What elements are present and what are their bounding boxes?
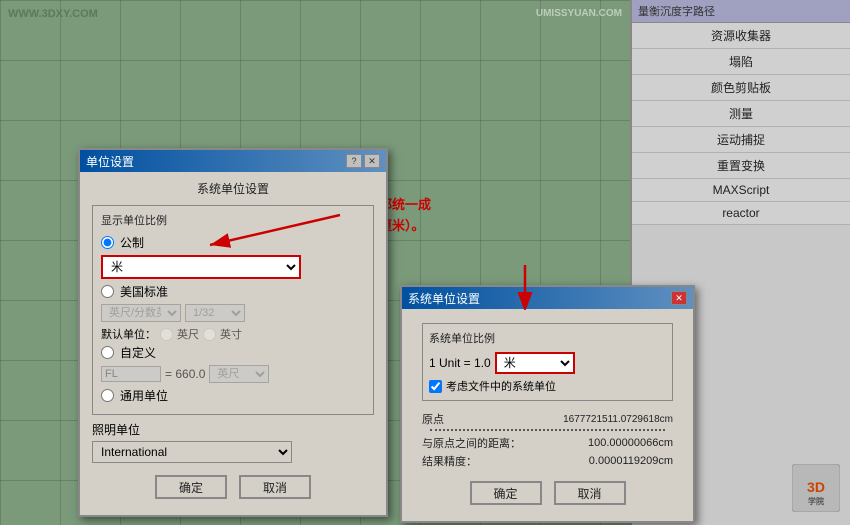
unit-ok-button[interactable]: 确定 (155, 475, 227, 499)
custom-radio[interactable] (101, 346, 114, 359)
close-button[interactable]: ✕ (364, 154, 380, 168)
system-titlebar-buttons: ✕ (671, 291, 687, 305)
lighting-section: 照明单位 International (92, 421, 374, 463)
right-panel-title: 量衡沉度字路径 (638, 3, 715, 19)
custom-label: 自定义 (120, 344, 156, 361)
generic-radio[interactable] (101, 389, 114, 402)
system-dialog-title: 系统单位设置 (408, 290, 480, 307)
panel-item-reset[interactable]: 重置变换 (632, 153, 850, 179)
system-unit-group: 系统单位比例 1 Unit = 1.0 米 考虑文件中的系统单位 (422, 323, 673, 401)
metric-select[interactable]: 米 (101, 255, 301, 279)
system-close-button[interactable]: ✕ (671, 291, 687, 305)
inch-radio[interactable] (203, 328, 216, 341)
precision-row: 结果精度： 0.0000119209cm (422, 453, 673, 469)
system-unit-dialog: 系统单位设置 ✕ 系统单位比例 1 Unit = 1.0 米 考虑文件中的系统单… (400, 285, 695, 523)
us-label: 美国标准 (120, 283, 168, 300)
system-ok-button[interactable]: 确定 (470, 481, 542, 505)
custom-unit-select[interactable]: 英尺 (209, 365, 269, 383)
origin-row: 原点 1677721511.0729618cm (422, 411, 673, 427)
us-fraction-select[interactable]: 1/32 (185, 304, 245, 322)
us-select-row: 英尺/分数英寸 1/32 (101, 304, 365, 322)
metric-select-row: 米 (101, 255, 365, 279)
display-units-label: 显示单位比例 (101, 212, 365, 228)
default-unit-row: 默认单位： 英尺 英寸 (101, 326, 365, 342)
unit-cancel-button[interactable]: 取消 (239, 475, 311, 499)
consider-file-row: 考虑文件中的系统单位 (429, 378, 666, 394)
panel-item-collector[interactable]: 资源收集器 (632, 23, 850, 49)
unit-scale-row: 1 Unit = 1.0 米 (429, 352, 666, 374)
panel-item-collapse[interactable]: 塌陷 (632, 49, 850, 75)
system-dialog-content: 系统单位比例 1 Unit = 1.0 米 考虑文件中的系统单位 原点 1677… (402, 309, 693, 521)
logo-3d-text: 3D 学院 (792, 464, 840, 515)
panel-item-measure[interactable]: 测量 (632, 101, 850, 127)
unit-dialog-titlebar: 单位设置 ? ✕ (80, 150, 386, 172)
watermark-top-right: UMISSYUAN.COM (536, 8, 622, 19)
feet-radio[interactable] (160, 328, 173, 341)
unit-prefix: 1 Unit = 1.0 (429, 356, 491, 370)
logo-3d-icon: 3D 学院 (792, 464, 840, 512)
titlebar-buttons: ? ✕ (346, 154, 380, 168)
unit-dialog-footer: 确定 取消 (92, 469, 374, 507)
metric-label: 公制 (120, 234, 144, 251)
distance-row: 与原点之间的距离： 100.00000066cm (422, 435, 673, 451)
origin-label: 原点 (422, 411, 444, 427)
precision-label: 结果精度： (422, 453, 477, 469)
system-dialog-titlebar: 系统单位设置 ✕ (402, 287, 693, 309)
generic-label: 通用单位 (120, 387, 168, 404)
metric-row: 公制 (101, 234, 365, 251)
right-panel-header: 量衡沉度字路径 (632, 0, 850, 23)
system-dialog-footer: 确定 取消 (414, 475, 681, 513)
inch-label: 英寸 (220, 326, 242, 342)
us-radio[interactable] (101, 285, 114, 298)
dotted-separator (430, 429, 665, 431)
distance-value: 100.00000066cm (588, 437, 673, 449)
svg-text:3D: 3D (807, 479, 825, 495)
consider-file-checkbox[interactable] (429, 380, 442, 393)
info-section: 原点 1677721511.0729618cm 与原点之间的距离： 100.00… (414, 407, 681, 475)
unit-section-title: 系统单位设置 (92, 180, 374, 197)
system-section-title: 系统单位比例 (429, 330, 666, 346)
lighting-select[interactable]: International (92, 441, 292, 463)
panel-item-color[interactable]: 颜色剪贴板 (632, 75, 850, 101)
us-unit-select[interactable]: 英尺/分数英寸 (101, 304, 181, 322)
consider-file-label: 考虑文件中的系统单位 (446, 378, 556, 394)
custom-unit-input[interactable] (101, 366, 161, 382)
system-cancel-button[interactable]: 取消 (554, 481, 626, 505)
panel-item-motion[interactable]: 运动捕捉 (632, 127, 850, 153)
display-units-group: 显示单位比例 公制 米 美国标准 英尺/分数英寸 1 (92, 205, 374, 415)
distance-label: 与原点之间的距离： (422, 435, 521, 451)
panel-item-maxscript[interactable]: MAXScript (632, 179, 850, 202)
help-button[interactable]: ? (346, 154, 362, 168)
svg-text:学院: 学院 (808, 496, 824, 506)
default-label: 默认单位： (101, 326, 156, 342)
origin-value: 1677721511.0729618cm (563, 414, 673, 425)
unit-dialog-title: 单位设置 (86, 153, 134, 170)
system-unit-select[interactable]: 米 (495, 352, 575, 374)
generic-row: 通用单位 (101, 387, 365, 404)
feet-label: 英尺 (177, 326, 199, 342)
precision-value: 0.0000119209cm (589, 455, 673, 467)
watermark-top-left: WWW.3DXY.COM (8, 8, 98, 20)
custom-equals: = 660.0 (165, 367, 205, 381)
custom-row: 自定义 (101, 344, 365, 361)
custom-select-row: = 660.0 英尺 (101, 365, 365, 383)
lighting-label: 照明单位 (92, 421, 374, 438)
logo-area: 3D 学院 (792, 464, 840, 515)
unit-dialog-content: 系统单位设置 显示单位比例 公制 米 美国标准 英尺/分数英寸 (80, 172, 386, 515)
metric-radio[interactable] (101, 236, 114, 249)
panel-item-reactor[interactable]: reactor (632, 202, 850, 225)
us-row: 美国标准 (101, 283, 365, 300)
unit-settings-dialog: 单位设置 ? ✕ 系统单位设置 显示单位比例 公制 米 美国标准 (78, 148, 388, 517)
